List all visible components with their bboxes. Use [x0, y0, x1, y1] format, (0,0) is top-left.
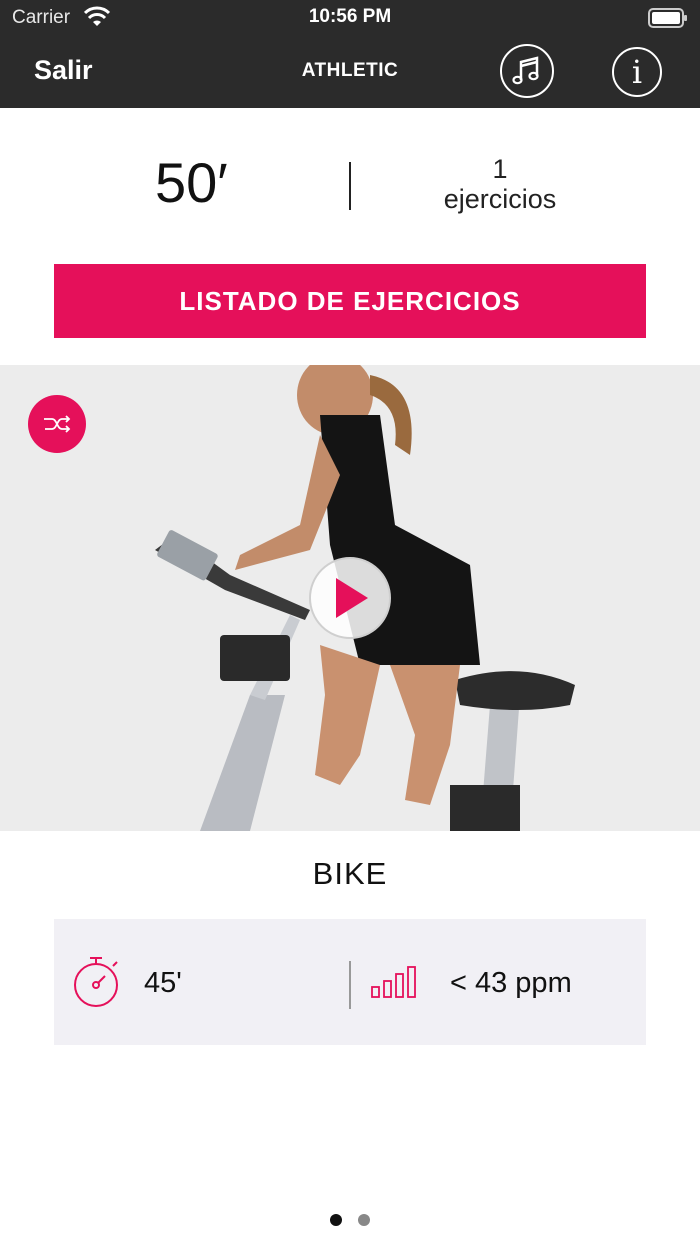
- shuffle-icon: [44, 415, 71, 433]
- status-bar: Carrier 10:56 PM: [0, 0, 700, 36]
- shuffle-button[interactable]: [28, 395, 86, 453]
- exercise-count-unit: ejercicios: [443, 184, 557, 214]
- play-icon: [336, 578, 368, 618]
- battery-icon: [648, 8, 687, 28]
- exercise-name: BIKE: [312, 856, 388, 891]
- page-indicator: [0, 1214, 700, 1226]
- stats-divider: [349, 961, 351, 1009]
- stopwatch-icon: [74, 957, 118, 1007]
- workout-duration: 50′: [155, 151, 228, 214]
- play-button[interactable]: [309, 557, 391, 639]
- workout-summary: 50′ 1 ejercicios: [0, 140, 700, 230]
- summary-divider: [349, 162, 351, 210]
- intensity-bars-icon: [371, 966, 416, 998]
- exercise-stats: 45' < 43 ppm: [54, 919, 646, 1045]
- info-button[interactable]: i: [612, 47, 662, 97]
- exercise-list-button[interactable]: LISTADO DE EJERCICIOS: [54, 264, 646, 338]
- exercise-pulse: < 43 ppm: [450, 967, 572, 999]
- status-time: 10:56 PM: [308, 6, 392, 27]
- music-note-icon: [512, 56, 539, 85]
- music-button[interactable]: [500, 44, 554, 98]
- exercise-count-number: 1: [492, 154, 508, 184]
- page-dot-1[interactable]: [330, 1214, 342, 1226]
- page-dot-2[interactable]: [358, 1214, 370, 1226]
- exercise-count: 1 ejercicios: [400, 154, 600, 214]
- exercise-duration: 45': [144, 967, 182, 999]
- athletic-logo: ATHLETIC: [301, 60, 399, 81]
- top-bar: Carrier 10:56 PM Salir ATHLETIC i: [0, 0, 700, 108]
